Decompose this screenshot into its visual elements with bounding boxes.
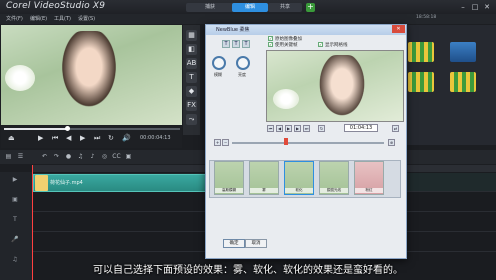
menu-edit[interactable]: 编辑(E): [30, 15, 47, 22]
preview-window[interactable]: [1, 25, 182, 125]
menu-file[interactable]: 文件(F): [6, 15, 23, 22]
text-tool-icon[interactable]: T: [222, 40, 230, 48]
keyframe-marker[interactable]: [284, 138, 288, 145]
path-icon[interactable]: ⤳: [186, 114, 197, 125]
dialog-sync-icon[interactable]: ⇄: [392, 125, 399, 132]
dialog-loop-icon[interactable]: ↻: [318, 125, 325, 132]
skip-end-icon[interactable]: ⏭: [94, 134, 100, 143]
keyframe-checkbox[interactable]: ✓ 使用关键帧: [268, 42, 298, 48]
media-icon[interactable]: ▦: [186, 30, 197, 41]
figure-image: [317, 55, 367, 119]
blur-label: 模糊: [214, 72, 222, 77]
title-icon[interactable]: T: [186, 72, 197, 83]
volume-icon[interactable]: 🔊: [122, 134, 131, 142]
skip-start-icon[interactable]: ⏮: [52, 134, 58, 143]
dialog-start-icon[interactable]: ⏮: [267, 125, 274, 132]
dialog-prev-icon[interactable]: ◀: [276, 125, 283, 132]
library-thumbnail[interactable]: [450, 72, 476, 92]
close-icon[interactable]: ✕: [482, 2, 492, 12]
ok-button[interactable]: 确定: [223, 239, 245, 248]
subtitle-editor-icon[interactable]: CC: [112, 153, 121, 161]
menu-tools[interactable]: 工具(T): [54, 15, 71, 22]
blur-knob[interactable]: [212, 56, 226, 70]
auto-music-icon[interactable]: ♪: [88, 153, 97, 161]
dialog-preview: [266, 50, 404, 122]
figure-image: [59, 31, 119, 111]
grid-checkbox[interactable]: ✓ 显示网格线: [318, 42, 348, 48]
dialog-close-icon[interactable]: ✕: [392, 25, 405, 33]
add-step-icon[interactable]: +: [306, 3, 315, 12]
dialog-timecode[interactable]: 01:04:13: [344, 124, 378, 132]
preset-soften[interactable]: 软化: [284, 161, 314, 195]
library-thumbnail[interactable]: [408, 72, 434, 92]
redo-icon[interactable]: ↷: [52, 153, 61, 161]
voice-track-icon[interactable]: 🎤: [8, 236, 22, 248]
motion-tracking-icon[interactable]: ◎: [100, 153, 109, 161]
tab-share[interactable]: 共享: [268, 3, 302, 12]
preset-pink[interactable]: 粉红: [354, 161, 384, 195]
menu-settings[interactable]: 设置(S): [78, 15, 95, 22]
tab-edit[interactable]: 编辑: [232, 3, 268, 12]
filter-icon[interactable]: FX: [186, 100, 197, 111]
storyboard-view-icon[interactable]: ▤: [4, 153, 13, 161]
clip-label: 荷花仙子.mp4: [50, 180, 83, 186]
undo-icon[interactable]: ↶: [40, 153, 49, 161]
clip-thumbnail: [35, 175, 48, 191]
dialog-play-icon[interactable]: ▶: [285, 125, 292, 132]
tab-capture[interactable]: 捕获: [186, 3, 234, 12]
project-icon[interactable]: ⏏: [8, 134, 15, 142]
mixer-icon[interactable]: ♫: [76, 153, 85, 161]
step-forward-icon[interactable]: ▶: [80, 134, 85, 142]
transition-icon[interactable]: AB: [186, 58, 197, 69]
preset-gaussian[interactable]: 高斯模糊: [214, 161, 244, 195]
brightness-knob[interactable]: [236, 56, 250, 70]
zoom-icon[interactable]: ⊕: [388, 139, 395, 146]
text-tool-icon[interactable]: T: [232, 40, 240, 48]
overlay-track-icon[interactable]: ▣: [8, 196, 22, 208]
repeat-icon[interactable]: ↻: [108, 134, 114, 142]
keyframe-track[interactable]: [232, 142, 384, 144]
text-tool-icon[interactable]: T: [242, 40, 250, 48]
delete-keyframe-icon[interactable]: −: [222, 139, 229, 146]
step-back-icon[interactable]: ◀: [66, 134, 71, 142]
video-track-icon[interactable]: ▶: [8, 176, 22, 188]
play-icon[interactable]: ▶: [38, 134, 43, 142]
preset-hazy-light[interactable]: 朦胧光线: [319, 161, 349, 195]
dialog-end-icon[interactable]: ⏭: [303, 125, 310, 132]
minimize-icon[interactable]: –: [458, 2, 468, 12]
instant-project-icon[interactable]: ◧: [186, 44, 197, 55]
flower-image: [5, 65, 35, 91]
graphic-icon[interactable]: ◆: [186, 86, 197, 97]
flower-image: [273, 89, 299, 109]
status-readout: 18:58:18: [416, 15, 437, 20]
preset-fog[interactable]: 雾: [249, 161, 279, 195]
maximize-icon[interactable]: □: [470, 2, 480, 12]
title-track-icon[interactable]: T: [8, 216, 22, 228]
timeline-view-icon[interactable]: ☰: [16, 153, 25, 161]
cancel-button[interactable]: 取消: [245, 239, 267, 248]
record-icon[interactable]: ●: [64, 153, 73, 161]
brightness-label: 亮度: [238, 72, 246, 77]
library-thumbnail[interactable]: [450, 42, 476, 62]
library-thumbnail[interactable]: [408, 42, 434, 62]
app-title: Corel VideoStudio X9: [6, 1, 106, 11]
timecode: 00:00:04:13: [140, 135, 171, 141]
add-keyframe-icon[interactable]: +: [214, 139, 221, 146]
video-subtitle: 可以自己选择下面预设的效果：雾、软化、软化的效果还是蛮好看的。: [93, 265, 403, 276]
multicam-icon[interactable]: ▣: [124, 153, 133, 161]
dialog-title: NewBlue 柔焦: [216, 27, 250, 33]
dialog-next-icon[interactable]: ▶: [294, 125, 301, 132]
scrubber-progress: [4, 128, 68, 130]
